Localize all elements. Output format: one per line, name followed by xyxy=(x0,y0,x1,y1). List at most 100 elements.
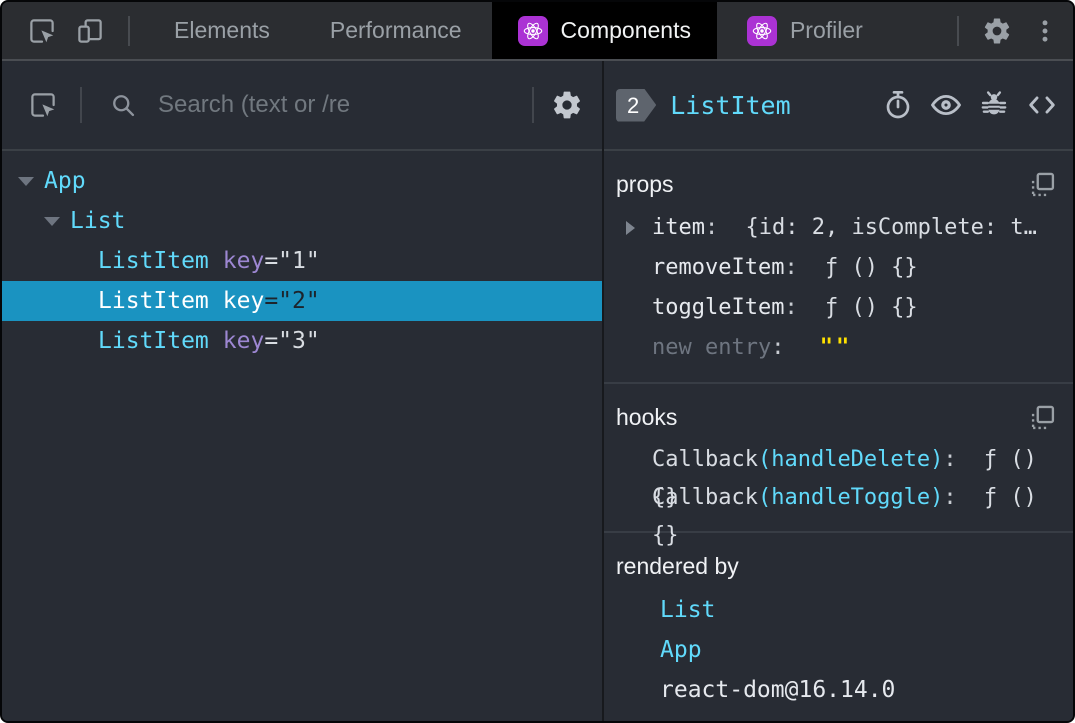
copy-hooks-button[interactable] xyxy=(1029,404,1057,432)
copy-icon xyxy=(1029,171,1057,199)
react-icon xyxy=(517,15,548,46)
prop-value: ƒ () {} xyxy=(824,255,918,280)
selected-component-name: ListItem xyxy=(670,90,791,120)
component-name: ListItem xyxy=(98,248,209,274)
inspector-header: 2 ListItem xyxy=(604,61,1073,151)
tab-label: Elements xyxy=(174,17,270,43)
prop-name: item xyxy=(652,215,705,240)
tree-row-listitem-3[interactable]: ListItem key ="3" xyxy=(2,321,602,361)
prop-name: removeItem xyxy=(652,255,785,280)
tab-profiler[interactable]: Profiler xyxy=(717,2,893,59)
prop-value: ƒ () {} xyxy=(824,295,918,320)
prop-name: toggleItem xyxy=(652,295,785,320)
tree-row-list[interactable]: List xyxy=(2,201,602,241)
key-attribute-name: key xyxy=(222,288,265,314)
tree-row-listitem-1[interactable]: ListItem key ="1" xyxy=(2,241,602,281)
suspend-component-button[interactable] xyxy=(879,86,917,124)
hook-kind: Callback xyxy=(652,447,758,472)
gear-icon xyxy=(551,89,583,121)
more-options-button[interactable] xyxy=(1021,7,1069,55)
component-tree-panel: App List ListItem key ="1" ListItem key … xyxy=(2,61,604,721)
search-input[interactable] xyxy=(156,90,522,120)
key-attribute-value: ="1" xyxy=(264,248,320,274)
prop-row-toggleitem[interactable]: toggleItem: ƒ () {} xyxy=(616,288,1057,328)
toolbar-divider xyxy=(957,15,959,46)
expand-arrow-icon[interactable] xyxy=(626,221,635,235)
colon: : xyxy=(704,215,719,240)
rendered-by-app-link[interactable]: App xyxy=(616,630,1057,670)
gear-icon xyxy=(982,16,1012,46)
inspect-cursor-icon xyxy=(28,90,58,120)
rendered-by-title: rendered by xyxy=(616,553,739,579)
rendered-by-react-dom: react-dom@16.14.0 xyxy=(616,670,1057,710)
view-source-button[interactable] xyxy=(1023,86,1061,124)
tab-elements[interactable]: Elements xyxy=(144,2,300,59)
selected-index-badge: 2 xyxy=(616,88,657,122)
select-element-button[interactable] xyxy=(20,82,66,128)
component-name: ListItem xyxy=(98,288,209,314)
inspect-element-button[interactable] xyxy=(18,7,66,55)
colon: : xyxy=(784,295,798,320)
prop-row-new-entry[interactable]: new entry: "" xyxy=(616,328,1057,368)
hooks-section: hooks Callback(handleDelete): ƒ () {} Ca… xyxy=(604,384,1073,548)
owner-link[interactable]: List xyxy=(660,597,715,623)
rendered-by-section: rendered by List App react-dom@16.14.0 xyxy=(604,533,1073,721)
tab-components[interactable]: Components xyxy=(491,2,717,59)
components-panel: App List ListItem key ="1" ListItem key … xyxy=(2,61,1073,721)
key-attribute-name: key xyxy=(222,328,265,354)
colon: : xyxy=(943,447,957,472)
copy-icon xyxy=(1029,404,1057,432)
component-tree: App List ListItem key ="1" ListItem key … xyxy=(2,151,602,721)
eye-icon xyxy=(929,88,963,122)
toolbar-divider xyxy=(80,87,82,123)
prop-value: {id: 2, isComplete: t… xyxy=(745,215,1037,240)
devtools-tab-bar: Elements Performance Components Profiler xyxy=(2,2,1073,61)
new-entry-label: new entry xyxy=(652,335,772,360)
inspector-panel: 2 ListItem props item: {id: 2, isComplet… xyxy=(604,61,1073,721)
component-name: List xyxy=(70,208,126,234)
kebab-menu-icon xyxy=(1031,17,1059,45)
tree-toolbar xyxy=(2,61,602,151)
rendered-by-list-link[interactable]: List xyxy=(616,590,1057,630)
prop-row-item[interactable]: item: {id: 2, isComplete: t… xyxy=(616,208,1057,248)
react-icon xyxy=(746,15,777,46)
toolbar-divider xyxy=(532,87,534,123)
colon: : xyxy=(943,485,957,510)
renderer-version: react-dom@16.14.0 xyxy=(660,677,896,703)
stopwatch-icon xyxy=(882,89,914,121)
colon: : xyxy=(784,255,798,280)
debug-component-button[interactable] xyxy=(975,86,1013,124)
inspect-cursor-icon xyxy=(27,16,57,46)
collapse-arrow-icon[interactable] xyxy=(44,216,60,226)
copy-props-button[interactable] xyxy=(1029,171,1057,199)
tree-row-listitem-2-selected[interactable]: ListItem key ="2" xyxy=(2,281,602,321)
devtools-window: Elements Performance Components Profiler… xyxy=(0,0,1075,723)
bug-icon xyxy=(978,89,1010,121)
component-name: ListItem xyxy=(98,328,209,354)
search-icon xyxy=(100,82,146,128)
props-section: props item: {id: 2, isComplete: t… remov… xyxy=(604,151,1073,384)
hook-row-handletoggle[interactable]: Callback(handleToggle): ƒ () {} xyxy=(616,479,1057,548)
tab-label: Components xyxy=(560,17,691,43)
key-attribute-name: key xyxy=(222,248,265,274)
prop-row-removeitem[interactable]: removeItem: ƒ () {} xyxy=(616,248,1057,288)
tab-label: Performance xyxy=(329,17,462,43)
tab-performance[interactable]: Performance xyxy=(300,2,492,59)
hook-row-handledelete[interactable]: Callback(handleDelete): ƒ () {} xyxy=(616,441,1057,510)
key-attribute-value: ="3" xyxy=(264,328,320,354)
device-toolbar-button[interactable] xyxy=(66,7,114,55)
hook-kind: Callback xyxy=(652,485,758,510)
hook-name: (handleDelete) xyxy=(757,447,944,472)
collapse-arrow-icon[interactable] xyxy=(18,176,34,186)
props-section-title: props xyxy=(616,171,674,197)
hooks-section-title: hooks xyxy=(616,404,678,430)
key-attribute-value: ="2" xyxy=(264,288,320,314)
tree-row-app[interactable]: App xyxy=(2,161,602,201)
new-entry-value[interactable]: "" xyxy=(820,335,853,360)
devtools-settings-button[interactable] xyxy=(973,7,1021,55)
tab-label: Profiler xyxy=(789,17,863,43)
inspect-dom-button[interactable] xyxy=(927,86,965,124)
toolbar-divider xyxy=(128,15,130,46)
owner-link[interactable]: App xyxy=(660,637,702,663)
view-settings-button[interactable] xyxy=(544,82,590,128)
